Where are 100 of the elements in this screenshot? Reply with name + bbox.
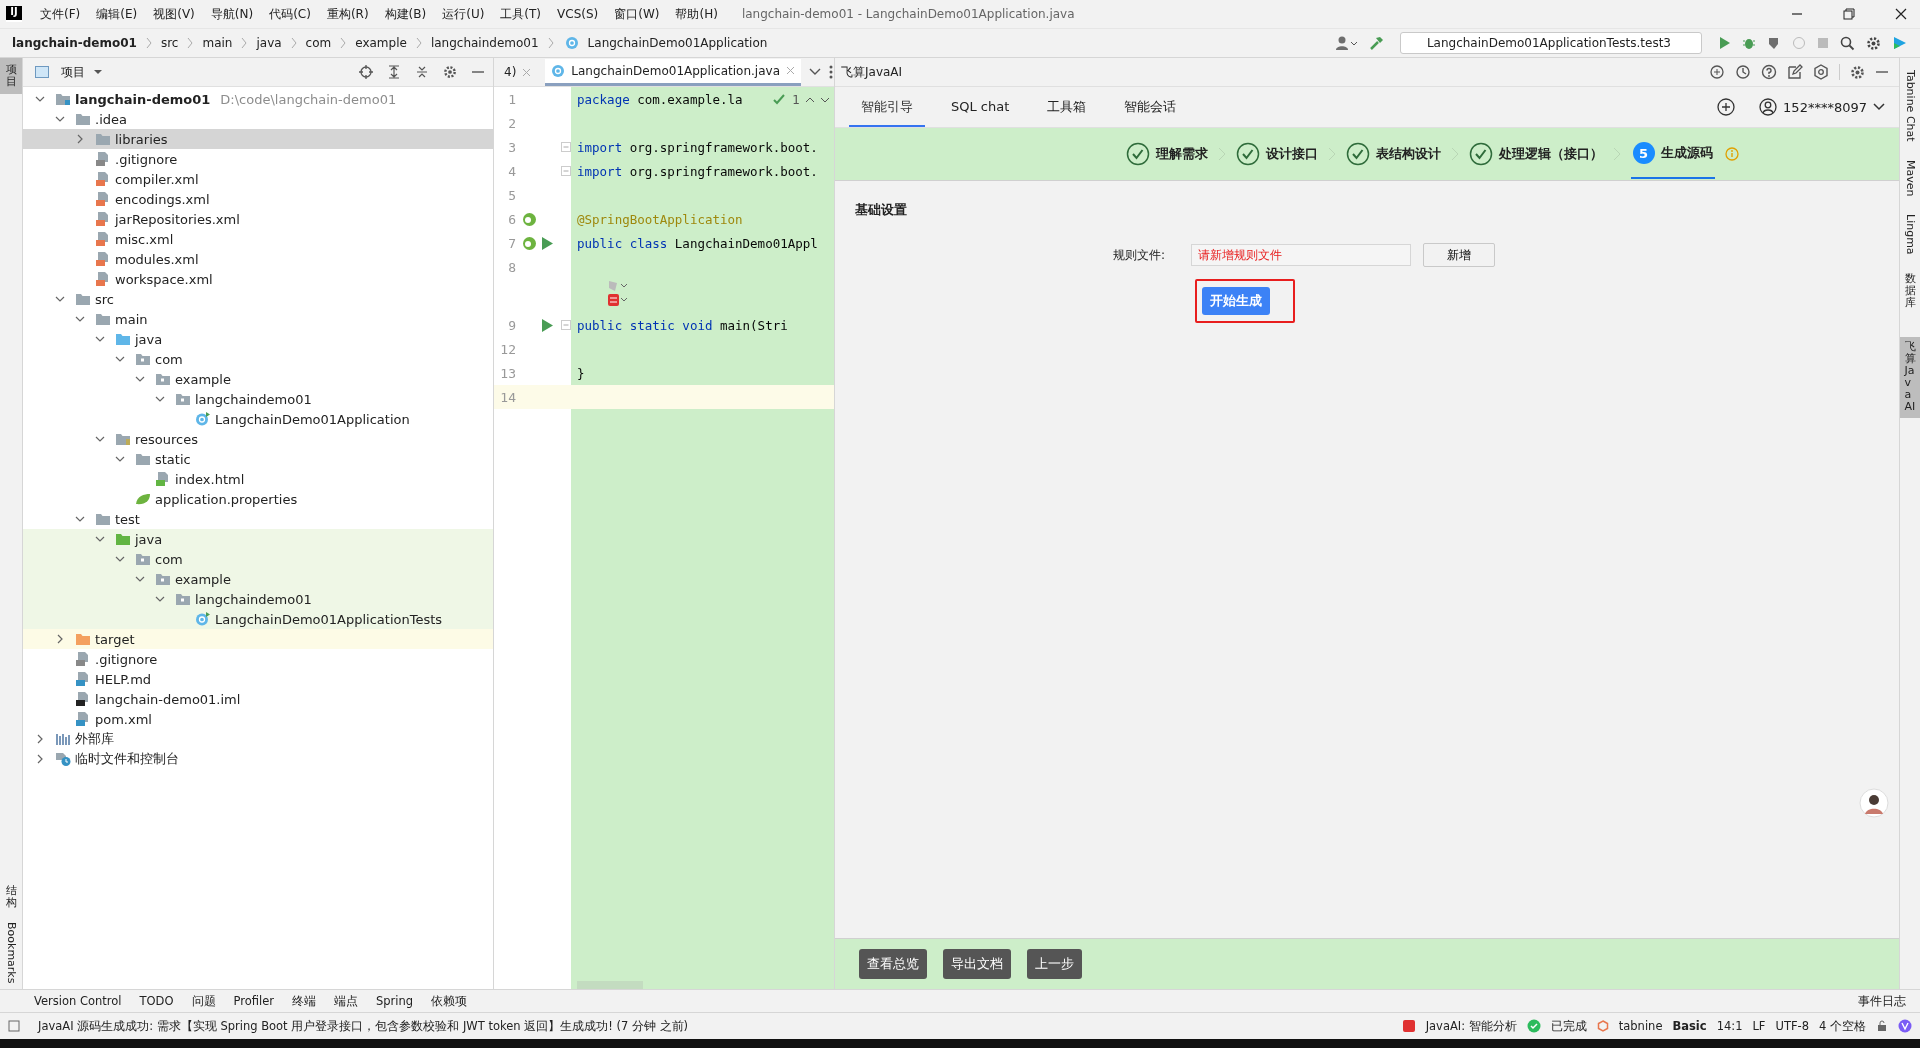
tree-item[interactable]: .gitignore — [23, 149, 493, 169]
settings-icon[interactable] — [1850, 64, 1865, 80]
tree-item[interactable]: com — [23, 349, 493, 369]
debug-icon[interactable] — [1742, 36, 1756, 50]
tab[interactable]: 智能会话 — [1112, 87, 1189, 127]
status-item[interactable]: JavaAI: 智能分析 — [1425, 1018, 1517, 1034]
tree-item[interactable]: workspace.xml — [23, 269, 493, 289]
plugin-logo-icon[interactable] — [1898, 1019, 1912, 1033]
tree-item[interactable]: modules.xml — [23, 249, 493, 269]
panel-title[interactable]: 项目 — [61, 63, 85, 81]
locate-icon[interactable] — [359, 65, 373, 79]
tab[interactable]: SQL chat — [939, 87, 1022, 127]
search-icon[interactable] — [1840, 35, 1855, 51]
menu-item[interactable]: 编辑(E) — [90, 5, 144, 23]
breadcrumb[interactable]: java — [256, 36, 282, 50]
settings-icon[interactable] — [443, 65, 457, 79]
chevron-icon[interactable] — [35, 94, 45, 104]
chevron-icon[interactable] — [75, 134, 85, 144]
side-tab[interactable]: 结构 — [0, 879, 22, 916]
chevron-icon[interactable] — [75, 314, 85, 324]
chevron-icon[interactable] — [95, 434, 105, 444]
chevron-icon[interactable] — [35, 734, 45, 744]
step[interactable]: 设计接口 — [1235, 129, 1318, 179]
breadcrumb[interactable]: com — [305, 36, 332, 50]
breadcrumb[interactable]: main — [202, 36, 233, 50]
run-icon[interactable] — [1717, 36, 1731, 50]
step[interactable]: 处理逻辑（接口） — [1468, 129, 1603, 179]
chevron-icon[interactable] — [115, 554, 125, 564]
side-tab[interactable]: Tabnine Chat — [1900, 66, 1920, 146]
status-item[interactable]: Basic — [1672, 1019, 1707, 1033]
menu-item[interactable]: 代码(C) — [263, 5, 317, 23]
breadcrumb[interactable]: example — [355, 36, 407, 50]
tool-window-button[interactable]: Version Control — [34, 994, 122, 1008]
lock-icon[interactable] — [1876, 1020, 1888, 1032]
tree-item[interactable]: java — [23, 329, 493, 349]
chevron-icon[interactable] — [95, 334, 105, 344]
settings-icon[interactable] — [1866, 35, 1881, 51]
menu-item[interactable]: 导航(N) — [204, 5, 260, 23]
tree-item[interactable]: resources — [23, 429, 493, 449]
tree-item[interactable]: example — [23, 569, 493, 589]
menu-item[interactable]: 工具(T) — [494, 5, 548, 23]
tree-item[interactable]: static — [23, 449, 493, 469]
menu-item[interactable]: 帮助(H) — [669, 5, 724, 23]
tree-item[interactable]: HELP.md — [23, 669, 493, 689]
tool-window-button[interactable]: 问题 — [191, 993, 216, 1009]
tree-item[interactable]: encodings.xml — [23, 189, 493, 209]
tool-window-button[interactable]: TODO — [139, 994, 174, 1008]
step[interactable]: 5 生成源码 — [1630, 129, 1715, 179]
start-button[interactable]: 开始生成 — [1202, 287, 1270, 315]
breadcrumb[interactable]: src — [160, 36, 179, 50]
side-tab[interactable]: 飞算JavaAI — [1900, 336, 1920, 418]
account-menu[interactable]: 152****8097 — [1759, 98, 1885, 116]
status-item[interactable]: 4 个空格 — [1819, 1018, 1866, 1034]
bean-icon[interactable] — [522, 235, 537, 251]
side-tab[interactable]: Bookmarks — [0, 915, 22, 989]
run-icon[interactable] — [541, 236, 553, 250]
chevron-down-icon[interactable] — [1873, 103, 1885, 111]
tree-item[interactable]: pom.xml — [23, 709, 493, 729]
tree-item[interactable]: test — [23, 509, 493, 529]
restore-icon[interactable] — [1842, 7, 1856, 21]
menu-item[interactable]: 窗口(W) — [608, 5, 666, 23]
tree-item[interactable]: java — [23, 529, 493, 549]
input-field[interactable]: 请新增规则文件 — [1191, 244, 1411, 266]
chevron-icon[interactable] — [55, 634, 65, 644]
chevron-icon[interactable] — [55, 114, 65, 124]
edit-icon[interactable] — [1787, 64, 1803, 80]
run-config-dropdown[interactable]: LangchainDemo01ApplicationTests.test3 — [1399, 32, 1702, 54]
plus-icon[interactable] — [1717, 98, 1736, 116]
collapse-all-icon[interactable] — [415, 65, 429, 79]
tree-item[interactable]: .gitignore — [23, 649, 493, 669]
status-item[interactable]: 已完成 — [1550, 1018, 1587, 1034]
tool-window-button[interactable]: 依赖项 — [431, 993, 468, 1009]
tree-item[interactable]: 外部库 — [23, 729, 493, 749]
chevron-icon[interactable] — [55, 294, 65, 304]
tree-item[interactable]: .idea — [23, 109, 493, 129]
help-icon[interactable] — [1761, 64, 1777, 80]
chevron-icon[interactable] — [135, 574, 145, 584]
caret-icon[interactable] — [93, 68, 103, 76]
scrollbar-thumb[interactable] — [577, 981, 643, 989]
menu-item[interactable]: VCS(S) — [551, 7, 605, 21]
chevron-icon[interactable] — [115, 454, 125, 464]
menu-item[interactable]: 运行(U) — [436, 5, 491, 23]
tree-item[interactable]: com — [23, 549, 493, 569]
tree-item[interactable]: src — [23, 289, 493, 309]
tree-item[interactable]: libraries — [23, 129, 493, 149]
tree-item[interactable]: misc.xml — [23, 229, 493, 249]
editor-tab[interactable]: 4) — [498, 58, 538, 86]
chevron-down-icon[interactable] — [809, 68, 821, 76]
menu-item[interactable]: 构建(B) — [378, 5, 433, 23]
chevron-icon[interactable] — [135, 374, 145, 384]
tool-window-button[interactable]: 终端 — [292, 993, 316, 1009]
tool-window-button[interactable]: Profiler — [233, 994, 274, 1008]
step[interactable]: 理解需求 — [1125, 129, 1208, 179]
menu-item[interactable]: 重构(R) — [320, 5, 375, 23]
more-icon[interactable] — [829, 65, 833, 79]
avatar-icon[interactable] — [1859, 788, 1889, 818]
event-log-button[interactable]: 事件日志 — [1858, 993, 1906, 1009]
inspection-count[interactable]: 1 — [792, 93, 800, 107]
status-item[interactable]: LF — [1752, 1019, 1766, 1033]
history-icon[interactable] — [1735, 64, 1751, 80]
